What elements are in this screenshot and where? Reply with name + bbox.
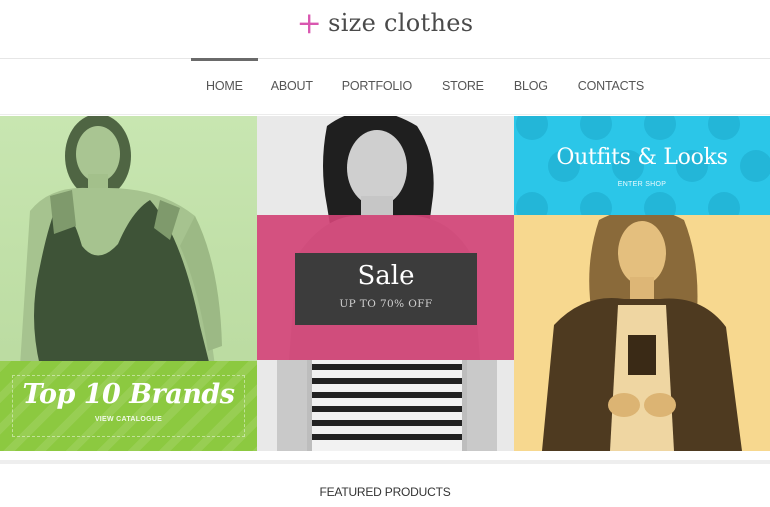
view-catalogue-link[interactable]: VIEW CATALOGUE [0, 416, 257, 423]
section-divider [0, 460, 770, 464]
model-photo-left [20, 116, 222, 366]
outfits-tile[interactable]: Outfits & Looks ENTER SHOP [514, 116, 770, 451]
nav-item-portfolio[interactable]: PORTFOLIO [327, 59, 427, 115]
outfits-banner[interactable]: Outfits & Looks ENTER SHOP [514, 116, 770, 215]
main-navigation: HOME ABOUT PORTFOLIO STORE BLOG CONTACTS [0, 58, 770, 115]
site-logo[interactable]: + size clothes [0, 6, 770, 41]
nav-item-blog[interactable]: BLOG [499, 59, 563, 115]
logo-plus-mark: + [296, 6, 323, 41]
sale-tile[interactable]: Sale UP TO 70% OFF [257, 116, 514, 451]
sale-title: Sale [357, 261, 415, 291]
brands-tile[interactable]: Top 10 Brands VIEW CATALOGUE [0, 116, 257, 451]
featured-products-heading: FEATURED PRODUCTS [319, 485, 451, 499]
brands-banner[interactable]: Top 10 Brands VIEW CATALOGUE [0, 361, 257, 451]
outfits-title: Outfits & Looks [556, 145, 728, 170]
logo-text: size clothes [328, 9, 474, 37]
sale-banner[interactable]: Sale UP TO 70% OFF [295, 253, 477, 325]
enter-shop-link[interactable]: ENTER SHOP [514, 181, 770, 188]
nav-item-home[interactable]: HOME [191, 58, 258, 115]
nav-item-about[interactable]: ABOUT [257, 59, 327, 115]
model-photo-right [542, 215, 742, 451]
brands-title: Top 10 Brands [22, 379, 235, 410]
nav-item-store[interactable]: STORE [427, 59, 499, 115]
nav-item-contacts[interactable]: CONTACTS [563, 59, 659, 115]
sale-subtitle: UP TO 70% OFF [339, 298, 433, 310]
site-header: + size clothes [0, 0, 770, 58]
promo-grid: Top 10 Brands VIEW CATALOGUE Sale UP TO … [0, 116, 770, 451]
